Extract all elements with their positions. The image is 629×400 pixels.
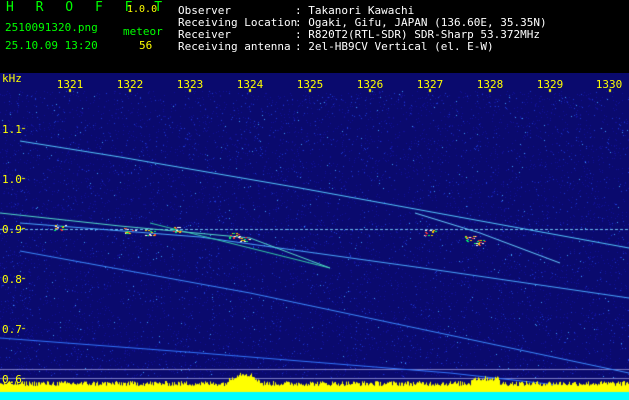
x-tick-1330: 1330	[595, 78, 623, 91]
y-tick-0-9: 0.9	[2, 223, 22, 236]
timestamp: 25.10.09 13:20	[5, 39, 98, 52]
antenna-value: : 2el-HB9CV Vertical (el. E-W)	[295, 40, 494, 53]
x-tick-1322: 1322	[116, 78, 144, 91]
filename: 2510091320.png	[5, 21, 98, 34]
x-tick-1327: 1327	[416, 78, 444, 91]
y-tick-1-1: 1.1	[2, 123, 22, 136]
x-tick-1326: 1326	[356, 78, 384, 91]
antenna-label: Receiving antenna	[178, 40, 291, 53]
x-tick-1329: 1329	[536, 78, 564, 91]
meteor-label: meteor	[123, 25, 163, 38]
y-axis-unit: kHz	[2, 72, 22, 85]
x-tick-1323: 1323	[176, 78, 204, 91]
y-tick-0-6: 0.6	[2, 373, 22, 386]
x-tick-1321: 1321	[56, 78, 84, 91]
x-tick-1328: 1328	[476, 78, 504, 91]
app-version: 1.0.0	[127, 4, 158, 15]
y-tick-0-7: 0.7	[2, 323, 22, 336]
header-panel: H R O F F T 1.0.0 2510091320.png 25.10.0…	[0, 0, 629, 73]
spectrogram-canvas	[0, 73, 629, 400]
x-tick-1325: 1325	[296, 78, 324, 91]
y-tick-0-8: 0.8	[2, 273, 22, 286]
x-tick-1324: 1324	[236, 78, 264, 91]
y-tick-1-0: 1.0	[2, 173, 22, 186]
meteor-count: 56	[139, 39, 153, 52]
